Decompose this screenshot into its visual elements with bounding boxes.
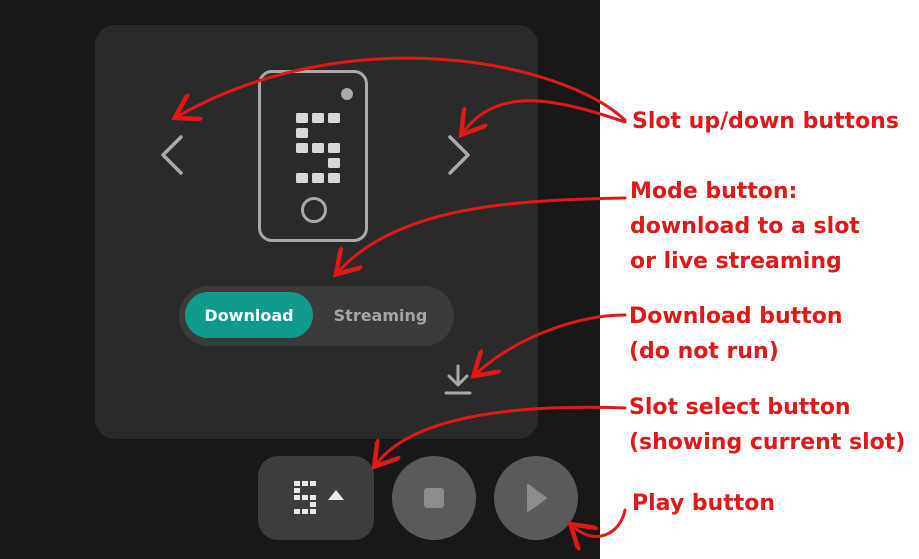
mode-download-option[interactable]: Download (185, 292, 313, 338)
stop-button[interactable] (392, 456, 476, 540)
slot-down-button[interactable] (153, 125, 193, 185)
slot-number-matrix (296, 113, 340, 183)
hub-slot-panel: Download Streaming (95, 25, 538, 439)
mode-toggle: Download Streaming (179, 286, 454, 346)
hub-center-button (301, 197, 327, 223)
mode-streaming-option[interactable]: Streaming (313, 292, 448, 338)
play-icon (527, 484, 547, 512)
slot-up-button[interactable] (438, 125, 478, 185)
annotation-mode-line3: or live streaming (630, 249, 842, 274)
download-icon (444, 364, 472, 395)
caret-up-icon (328, 490, 344, 500)
download-button[interactable] (443, 363, 473, 397)
annotation-mode-line2: download to a slot (630, 214, 860, 239)
annotation-download-line2: (do not run) (629, 339, 779, 364)
slot-select-button[interactable] (258, 456, 374, 540)
annotation-slot-select-line2: (showing current slot) (629, 430, 906, 455)
chevron-left-icon (161, 135, 183, 175)
stop-icon (424, 488, 444, 508)
annotation-slot-select-line1: Slot select button (629, 395, 851, 420)
annotation-slot-buttons: Slot up/down buttons (632, 109, 899, 134)
play-button[interactable] (494, 456, 578, 540)
annotation-mode-line1: Mode button: (630, 179, 798, 204)
hub-illustration (258, 70, 368, 242)
annotation-download-line1: Download button (629, 304, 843, 329)
hub-status-light (341, 88, 353, 100)
chevron-right-icon (448, 135, 470, 175)
current-slot-matrix (294, 481, 316, 514)
annotation-play: Play button (632, 491, 776, 516)
